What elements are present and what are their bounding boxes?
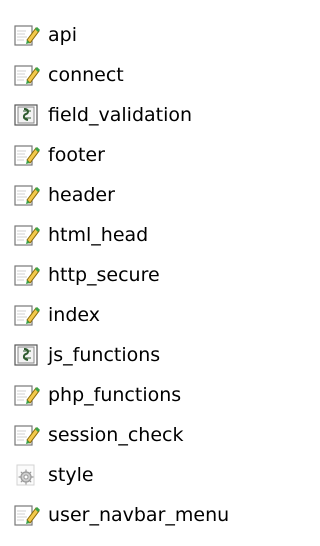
file-name: js_functions [48,344,161,366]
file-item[interactable]: js_functions [14,335,253,375]
file-name: field_validation [48,104,193,126]
php-file-icon [14,183,40,207]
file-item[interactable]: session_check [14,415,253,455]
file-item[interactable]: user_navbar_menu [14,495,253,535]
file-item[interactable]: api [14,15,253,55]
file-name: html_head [48,224,149,246]
php-file-icon [14,263,40,287]
php-file-icon [14,23,40,47]
file-name: footer [48,144,105,166]
file-name: user_navbar_menu [48,504,230,526]
file-name: style [48,464,94,486]
file-name: session_check [48,424,184,446]
js-file-icon [14,343,40,367]
file-list: api connect field_validation footer head… [0,0,253,535]
file-item[interactable]: php_functions [14,375,253,415]
file-name: index [48,304,100,326]
file-name: http_secure [48,264,160,286]
file-name: php_functions [48,384,182,406]
js-file-icon [14,103,40,127]
file-item[interactable]: html_head [14,215,253,255]
file-item[interactable]: style [14,455,253,495]
file-item[interactable]: header [14,175,253,215]
file-name: connect [48,64,124,86]
file-item[interactable]: index [14,295,253,335]
php-file-icon [14,503,40,527]
php-file-icon [14,383,40,407]
file-item[interactable]: connect [14,55,253,95]
file-name: api [48,24,77,46]
file-name: header [48,184,115,206]
css-file-icon [14,463,40,487]
php-file-icon [14,143,40,167]
php-file-icon [14,303,40,327]
php-file-icon [14,63,40,87]
file-item[interactable]: footer [14,135,253,175]
php-file-icon [14,423,40,447]
file-item[interactable]: field_validation [14,95,253,135]
file-item[interactable]: http_secure [14,255,253,295]
php-file-icon [14,223,40,247]
